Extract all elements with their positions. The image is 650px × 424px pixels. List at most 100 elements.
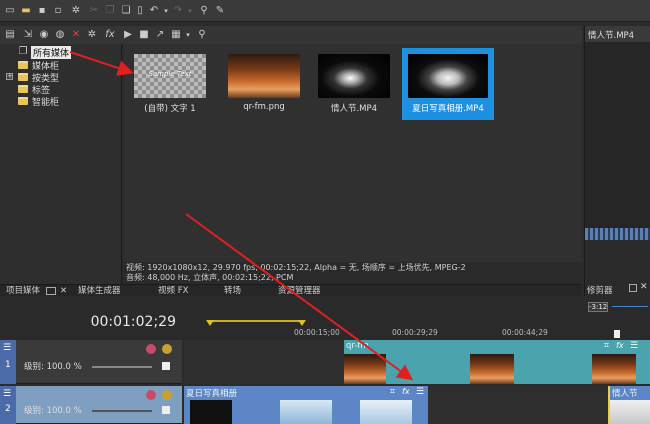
undo-icon[interactable]: ↶ [148, 5, 160, 17]
track-level-label: 级别: 100.0 % [24, 406, 82, 416]
get-media-icon[interactable]: ◍ [54, 29, 66, 41]
open-folder-icon[interactable]: ▬ [20, 5, 32, 17]
track-header-2[interactable]: ☰ 2 级别: 100.0 % [0, 386, 182, 424]
undo-dropdown-icon[interactable]: ▾ [160, 5, 172, 17]
track-header-1[interactable]: ☰ 1 级别: 100.0 % [0, 340, 182, 384]
media-grid: Sample Text (自带) 文字 1 qr-fm.png 情人节.MP4 … [124, 44, 582, 262]
views-icon[interactable]: ▦ [170, 29, 182, 41]
panel-tab-bar: 项目媒体 ✕ 媒体生成器 视频 FX 转场 资源管理器 [0, 284, 582, 296]
clip-fx-icon[interactable]: fx [616, 341, 624, 350]
media-fx-icon[interactable]: fx [104, 29, 116, 41]
track-number: 2 [5, 404, 11, 414]
copy-icon[interactable]: ❐ [104, 5, 116, 17]
clip-qr-fm[interactable]: qr-fm ⌗ fx ☰ [344, 340, 650, 384]
stop-icon[interactable]: ■ [138, 29, 150, 41]
expand-toggle[interactable]: + [6, 73, 13, 80]
clip-summer-album[interactable]: 夏日写真相册 ⌗ fx ☰ [184, 386, 428, 424]
cut-icon[interactable]: ✂ [88, 5, 100, 17]
tab-undock-icon[interactable] [46, 287, 56, 295]
clip-crop-icon[interactable]: ⌗ [390, 387, 395, 397]
clip-menu-icon[interactable]: ☰ [630, 341, 638, 351]
solo-icon[interactable] [162, 344, 172, 354]
tree-item-tags[interactable]: 标签 [18, 83, 50, 96]
play-icon[interactable]: ▶ [122, 29, 134, 41]
save-icon[interactable]: ▪ [36, 5, 48, 17]
track-number: 1 [5, 360, 11, 370]
new-project-icon[interactable]: ▭ [4, 5, 16, 17]
delete-icon[interactable]: ▯ [134, 5, 146, 17]
thumbnail [318, 54, 390, 98]
track-lane-2[interactable]: 夏日写真相册 ⌗ fx ☰ 情人节 [184, 386, 650, 424]
views-dropdown-icon[interactable]: ▾ [182, 29, 194, 41]
tab-media-generator[interactable]: 媒体生成器 [78, 285, 121, 297]
clip-title: 情人节 [612, 389, 638, 399]
media-item-qr-fm[interactable]: qr-fm.png [222, 48, 300, 116]
trim-line [612, 306, 648, 307]
paste-icon[interactable]: ❏ [120, 5, 132, 17]
trimmer-preview[interactable] [585, 42, 650, 228]
media-caption: 情人节.MP4 [330, 104, 378, 114]
tab-close-icon[interactable]: ✕ [60, 285, 67, 297]
time-badge: -3:12 [588, 302, 608, 312]
trimmer-undock-icon[interactable] [629, 284, 637, 292]
tab-project-media[interactable]: 项目媒体 [6, 285, 40, 297]
thumbnail [408, 54, 488, 98]
level-slider[interactable] [92, 366, 152, 368]
ruler-tick-label: 00:00:44;29 [502, 328, 548, 337]
snap-icon[interactable]: ⚲ [198, 5, 210, 17]
redo-icon[interactable]: ↷ [172, 5, 184, 17]
settings-gear-icon[interactable]: ✲ [70, 5, 82, 17]
solo-icon[interactable] [162, 390, 172, 400]
level-slider-handle[interactable] [162, 406, 170, 414]
folder-icon [18, 97, 28, 105]
loop-start-marker[interactable] [206, 320, 214, 326]
tab-video-fx[interactable]: 视频 FX [158, 285, 188, 297]
clip-crop-icon[interactable]: ⌗ [604, 341, 609, 351]
trimmer-label[interactable]: 修剪器 [587, 284, 613, 296]
media-item-summer-album[interactable]: 夏日写真相册.MP4 [402, 48, 494, 120]
remove-media-icon[interactable]: ✕ [70, 29, 82, 41]
tree-item-all-media[interactable]: ❐ 所有媒体 [18, 45, 72, 59]
properties-icon[interactable]: ✲ [86, 29, 98, 41]
thumbnail-sample-text: Sample Text [148, 70, 192, 78]
project-media-icon[interactable]: ▤ [4, 29, 16, 41]
capture-icon[interactable]: ◉ [38, 29, 50, 41]
mute-icon[interactable] [146, 344, 156, 354]
clip-valentine[interactable]: 情人节 [608, 386, 650, 424]
loop-end-marker[interactable] [298, 320, 306, 326]
clip-menu-icon[interactable]: ☰ [416, 387, 424, 397]
clip-fx-icon[interactable]: fx [402, 387, 410, 396]
frame-thumbnail [190, 400, 232, 424]
main-toolbar: ▭ ▬ ▪ ▫ ✲ ✂ ❐ ❏ ▯ ↶ ▾ ↷ ▾ ⚲ ✎ [0, 0, 650, 22]
auto-preview-icon[interactable]: ↗ [154, 29, 166, 41]
ruler-tick-label: 00:00:29;29 [392, 328, 438, 337]
tree-item-smart-bins[interactable]: 智能柜 [18, 95, 59, 108]
tree-item-by-type[interactable]: 按类型 [18, 71, 59, 84]
playhead-marker[interactable] [614, 330, 620, 338]
frame-thumbnail [280, 400, 332, 424]
frame-thumbnail [344, 354, 386, 384]
track-menu-icon[interactable]: ☰ [3, 389, 11, 399]
import-media-icon[interactable]: ⇲ [22, 29, 34, 41]
trimmer-media-title: 情人节.MP4 [588, 31, 635, 41]
frame-thumbnail [592, 354, 636, 384]
tree-item-media-bins[interactable]: 媒体柜 [18, 59, 59, 72]
redo-dropdown-icon[interactable]: ▾ [184, 5, 196, 17]
timecode[interactable]: 00:01:02;29 [91, 314, 176, 330]
media-item-text[interactable]: Sample Text (自带) 文字 1 [128, 48, 206, 116]
media-caption: (自带) 文字 1 [144, 104, 196, 114]
tab-transitions[interactable]: 转场 [224, 285, 241, 297]
timeline-ruler[interactable]: 00:00:15;00 00:00:29;29 00:00:44;29 -3:1… [184, 300, 650, 340]
tab-explorer[interactable]: 资源管理器 [278, 285, 321, 297]
save-as-icon[interactable]: ▫ [52, 5, 64, 17]
mute-icon[interactable] [146, 390, 156, 400]
edit-tool-icon[interactable]: ✎ [214, 5, 226, 17]
trimmer-close-icon[interactable]: ✕ [640, 282, 648, 292]
track-menu-icon[interactable]: ☰ [3, 343, 11, 353]
level-slider-handle[interactable] [162, 362, 170, 370]
track-lane-1[interactable]: qr-fm ⌗ fx ☰ [184, 340, 650, 384]
level-slider[interactable] [92, 410, 152, 412]
loop-region-bar[interactable] [210, 320, 302, 322]
search-icon[interactable]: ⚲ [196, 29, 208, 41]
media-item-valentine[interactable]: 情人节.MP4 [312, 48, 390, 116]
